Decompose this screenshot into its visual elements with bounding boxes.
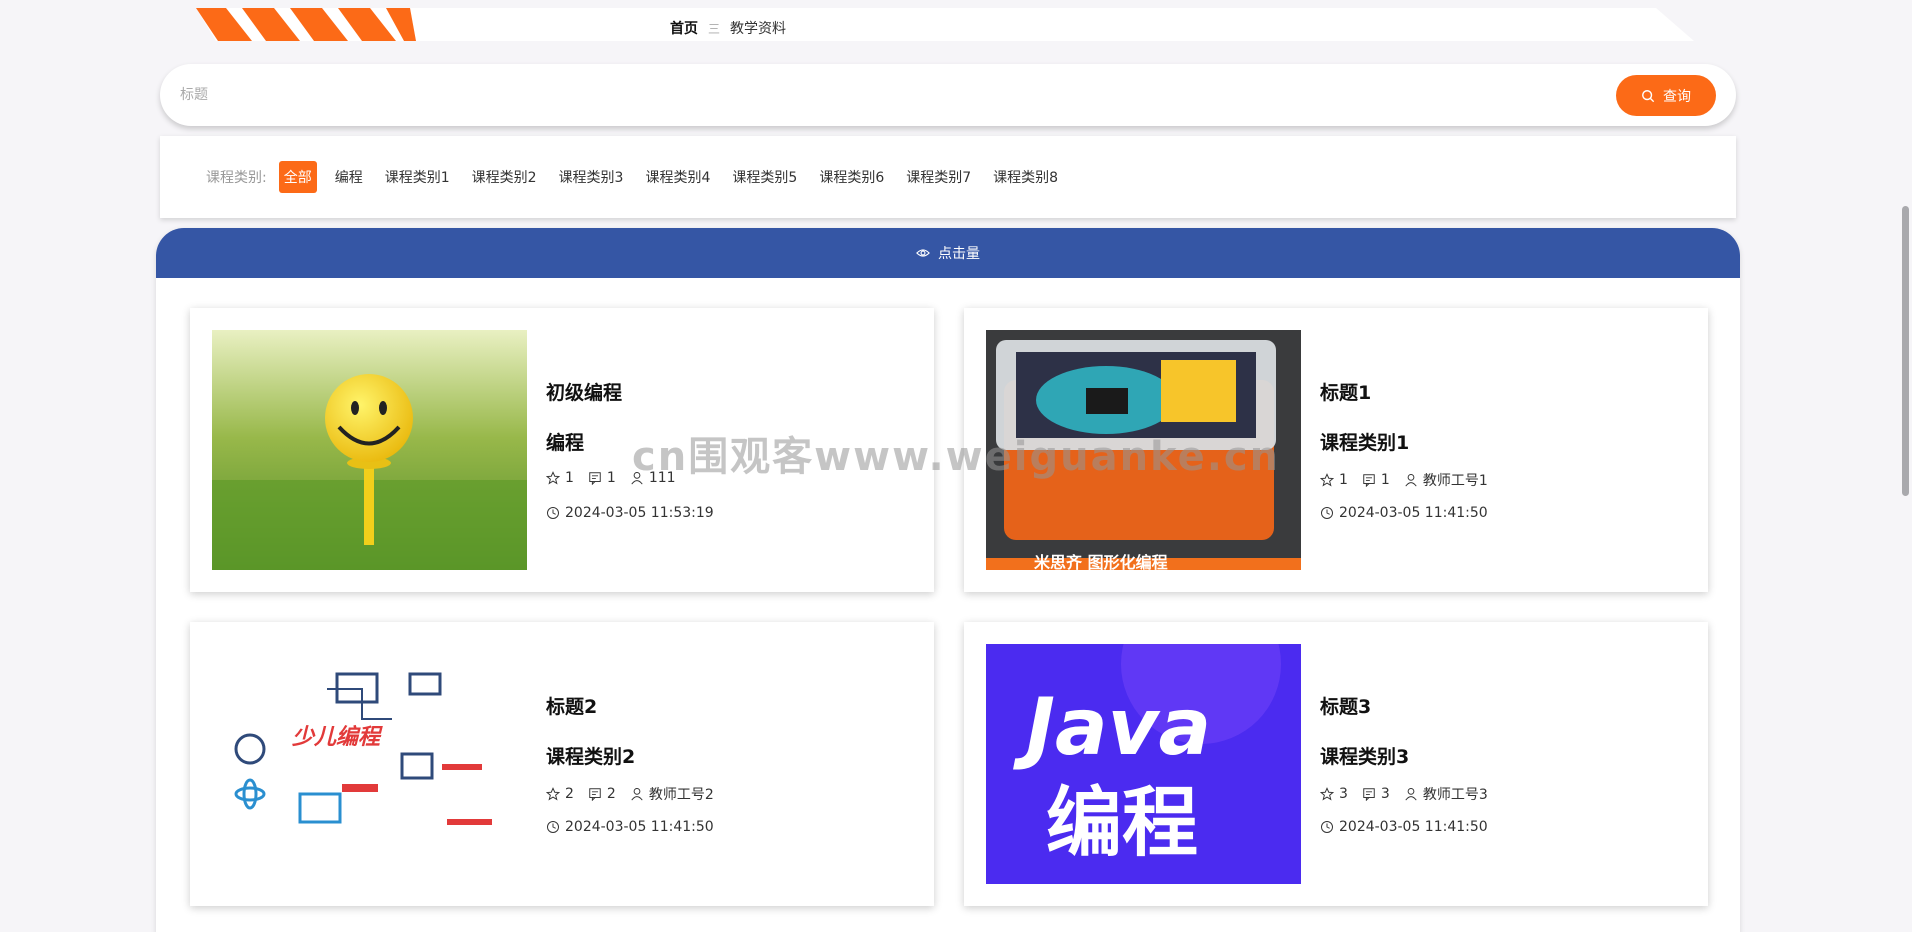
comment-icon	[589, 472, 601, 485]
star-icon	[546, 471, 560, 485]
teacher-id: 教师工号2	[648, 787, 714, 803]
breadcrumb-home-link[interactable]: 首页	[670, 18, 698, 38]
page-scrollbar[interactable]	[1898, 0, 1912, 932]
breadcrumb-separator: 三	[708, 21, 721, 36]
like-count: 1	[1339, 472, 1348, 488]
search-input[interactable]	[180, 78, 1560, 112]
clock-icon	[547, 821, 559, 833]
programming-caption: 编程	[1046, 778, 1198, 867]
course-date: 2024-03-05 11:41:50	[565, 819, 714, 835]
like-count: 2	[565, 786, 574, 802]
course-card[interactable]: 少儿编程 标题2 课程类别2 2 2 教师工号2 2024-03-05 11:4…	[190, 622, 934, 906]
comment-count: 1	[1380, 472, 1390, 488]
star-icon	[1320, 473, 1334, 487]
course-thumbnail-kids-coding: 少儿编程	[212, 644, 527, 884]
breadcrumb-current: 教学资料	[730, 21, 787, 37]
breadcrumb-banner-shape	[196, 8, 1694, 41]
course-thumbnail-java: Java 编程	[986, 644, 1301, 884]
search-button-label: 查询	[1663, 87, 1691, 104]
sort-by-clicks-button[interactable]: 点击量	[156, 228, 1740, 278]
clock-icon	[547, 507, 559, 519]
search-icon	[1642, 89, 1655, 102]
course-thumbnail-smiley	[212, 330, 527, 570]
comment-count: 3	[1380, 786, 1390, 802]
scroll-thumb[interactable]	[1902, 206, 1909, 496]
comment-icon	[1363, 788, 1375, 801]
teacher-id: 教师工号1	[1422, 473, 1488, 489]
comment-icon	[589, 788, 601, 801]
clock-icon	[1321, 507, 1333, 519]
breadcrumb: 首页 三 教学资料	[196, 8, 1694, 41]
like-count: 1	[565, 470, 574, 486]
star-icon	[546, 787, 560, 801]
comment-count: 1	[606, 470, 616, 486]
user-icon	[631, 472, 643, 485]
course-title: 标题3	[1320, 696, 1372, 718]
user-icon	[631, 788, 643, 801]
user-icon	[1405, 474, 1417, 487]
filter-item[interactable]: 课程类别6	[815, 161, 888, 193]
course-thumbnail-kit: 米思齐 图形化编程	[986, 330, 1301, 570]
filter-item[interactable]: 课程类别3	[555, 161, 628, 193]
java-caption: Java	[1013, 683, 1211, 773]
filter-label: 课程类别:	[206, 170, 267, 186]
category-filter: 课程类别: 全部 编程 课程类别1 课程类别2 课程类别3 课程类别4 课程类别…	[160, 136, 1736, 218]
teacher-id: 111	[648, 470, 676, 486]
filter-item[interactable]: 课程类别8	[989, 161, 1062, 193]
course-date: 2024-03-05 11:53:19	[565, 505, 714, 521]
filter-item[interactable]: 编程	[331, 161, 367, 193]
filter-item[interactable]: 课程类别4	[641, 161, 714, 193]
course-title: 标题1	[1320, 382, 1372, 404]
comment-count: 2	[606, 786, 616, 802]
course-card[interactable]: Java 编程 标题3 课程类别3 3 3 教师工号3 2024-03-05 1…	[964, 622, 1708, 906]
eye-icon	[916, 249, 930, 257]
course-category: 课程类别3	[1320, 746, 1410, 768]
course-date: 2024-03-05 11:41:50	[1339, 819, 1488, 835]
kids-coding-caption: 少儿编程	[292, 724, 383, 750]
course-title: 标题2	[546, 696, 598, 718]
filter-item[interactable]: 课程类别2	[468, 161, 541, 193]
kit-image-caption: 米思齐 图形化编程	[1034, 553, 1168, 570]
course-category: 课程类别1	[1320, 432, 1410, 454]
sort-label: 点击量	[938, 246, 980, 262]
course-date: 2024-03-05 11:41:50	[1339, 505, 1488, 521]
course-title: 初级编程	[546, 382, 623, 404]
filter-item[interactable]: 课程类别7	[902, 161, 975, 193]
teacher-id: 教师工号3	[1422, 787, 1488, 803]
filter-item[interactable]: 课程类别1	[381, 161, 454, 193]
search-button[interactable]: 查询	[1616, 75, 1716, 116]
comment-icon	[1363, 474, 1375, 487]
like-count: 3	[1339, 786, 1348, 802]
course-card[interactable]: 初级编程 编程 1 1 111 2024-03-05 11:53:19	[190, 308, 934, 592]
course-card[interactable]: 米思齐 图形化编程 标题1 课程类别1 1 1 教师工号1 2024-03-05…	[964, 308, 1708, 592]
course-category: 课程类别2	[546, 746, 636, 768]
filter-item[interactable]: 课程类别5	[728, 161, 801, 193]
filter-item-all[interactable]: 全部	[278, 161, 317, 193]
course-category: 编程	[546, 432, 585, 454]
content-panel: 点击量 初级编程 编程 1 1 111 2024-03-05 11:53:19 …	[156, 228, 1740, 932]
user-icon	[1405, 788, 1417, 801]
star-icon	[1320, 787, 1334, 801]
clock-icon	[1321, 821, 1333, 833]
search-bar: 查询	[160, 64, 1736, 126]
